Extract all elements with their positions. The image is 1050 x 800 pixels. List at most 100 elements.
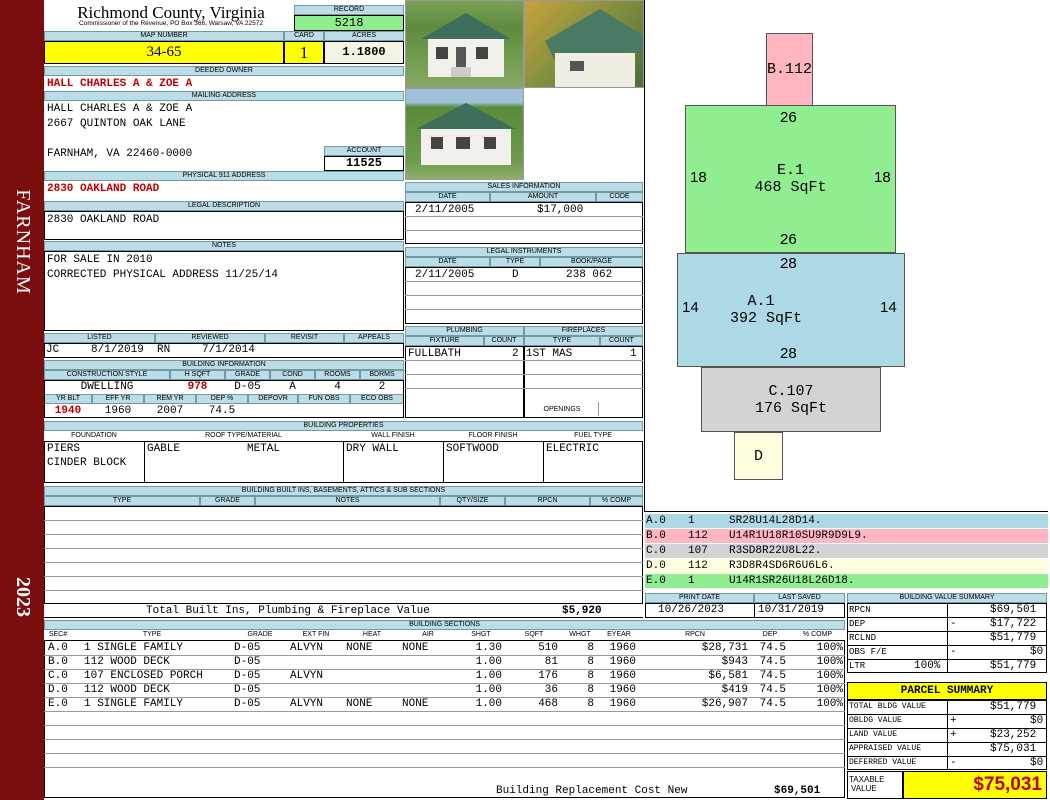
section-cell: NONE xyxy=(346,698,373,710)
building-info-label: BUILDING INFORMATION xyxy=(44,360,404,370)
building-sections-label: BUILDING SECTIONS xyxy=(44,620,845,630)
sketch-e-label: E.1 xyxy=(776,162,804,179)
section-cell xyxy=(290,655,346,669)
builtin-gridline xyxy=(44,576,643,577)
section-cell: 74.5 xyxy=(759,656,786,668)
rclnd-label: RCLND xyxy=(849,633,877,643)
section-cell: 468 xyxy=(538,698,558,710)
account-label: ACCOUNT xyxy=(324,146,404,156)
section-gridline xyxy=(44,711,845,712)
sales-col-1: AMOUNT xyxy=(490,192,596,202)
bi-col-4: ROOMS xyxy=(315,370,360,380)
listed-by: JC xyxy=(46,344,60,356)
section-col-11: DEP xyxy=(762,631,778,638)
house-photo-rear xyxy=(405,88,524,180)
sketch-a-label: A.1 xyxy=(747,293,775,310)
roof-type: GABLE xyxy=(147,443,181,455)
rpcn-label: RPCN xyxy=(849,605,871,615)
foundation-1: PIERS xyxy=(47,443,81,455)
fixture-value: FULLBATH xyxy=(408,348,461,360)
dep-sign: - xyxy=(950,618,957,630)
last-saved: 10/31/2019 xyxy=(758,604,825,616)
fireplace-type-label: TYPE xyxy=(524,336,600,346)
section-cell: ALVYN xyxy=(290,698,324,710)
section-cell xyxy=(402,655,458,669)
builtin-gridline xyxy=(44,562,643,563)
dep-label: DEP xyxy=(849,619,866,629)
dim-a-left: 14 xyxy=(682,299,699,316)
section-col-5: AIR xyxy=(422,631,434,638)
sketch-code-bg xyxy=(645,514,1048,528)
section-col-7: SQFT xyxy=(524,631,544,638)
openings-label: OPENINGS xyxy=(543,406,581,413)
obs-value: $0 xyxy=(1030,646,1044,658)
section-cell: NONE xyxy=(402,642,429,654)
builtin-col-3: QTY/SIZE xyxy=(440,496,505,506)
notes-line2: CORRECTED PHYSICAL ADDRESS 11/25/14 xyxy=(47,269,279,281)
ltr-value: $51,779 xyxy=(990,660,1037,672)
total-bldg-label: TOTAL BLDG VALUE xyxy=(849,702,926,711)
section-cell: 1.00 xyxy=(475,698,502,710)
prop-col-0: FOUNDATION xyxy=(71,432,117,439)
house-photo-side xyxy=(524,0,644,88)
builtin-col-0: TYPE xyxy=(44,496,200,506)
section-cell: 1960 xyxy=(609,656,636,668)
bldg-value-label: BUILDING VALUE SUMMARY xyxy=(847,593,1047,603)
instrument-date: 2/11/2005 xyxy=(415,269,475,281)
taxable-value: $75,031 xyxy=(903,771,1047,799)
section-cell: 100% xyxy=(816,684,843,696)
bi-col-5: BDRMS xyxy=(360,370,404,380)
sketch-code-sec: B.0 xyxy=(646,530,666,542)
record-label: RECORD xyxy=(294,5,404,15)
appraised-label: APPRAISED VALUE xyxy=(849,744,922,753)
wall-finish: DRY WALL xyxy=(346,443,399,455)
sketch-code-num: 1 xyxy=(688,515,695,527)
sketch-a-area: 392 SqFt xyxy=(729,310,802,327)
obldg-sign: + xyxy=(950,715,957,727)
last-saved-label: LAST SAVED xyxy=(754,593,845,603)
appeals-label: APPEALS xyxy=(344,333,404,343)
section-cell: 1 SINGLE FAMILY xyxy=(84,642,184,654)
record-value: 5218 xyxy=(294,15,404,31)
reviewed-label: REVIEWED xyxy=(155,333,265,343)
ltr-label: LTR xyxy=(849,661,866,671)
section-cell: ALVYN xyxy=(290,670,324,682)
section-cell: 1 SINGLE FAMILY xyxy=(84,698,184,710)
section-cell: 112 WOOD DECK xyxy=(84,656,170,668)
dep-value: $17,722 xyxy=(990,618,1037,630)
sketch-b-label: B.112 xyxy=(767,61,813,78)
dim-e-right: 18 xyxy=(874,169,891,186)
section-cell: 8 xyxy=(587,684,594,696)
bi-col-0: CONSTRUCTION STYLE xyxy=(44,370,170,380)
sketch-code-sec: D.0 xyxy=(646,560,666,572)
taxable-label-2: VALUE xyxy=(851,784,877,793)
builtin-col-1: GRADE xyxy=(200,496,255,506)
card-label: CARD xyxy=(284,31,324,41)
section-cell: $28,731 xyxy=(701,642,748,654)
builtin-gridline xyxy=(44,548,643,549)
reviewed-by: RN xyxy=(157,344,171,356)
section-cell: 112 WOOD DECK xyxy=(84,684,170,696)
section-cell: 1960 xyxy=(609,642,636,654)
li-col-0: DATE xyxy=(405,257,490,267)
physical-address: 2830 OAKLAND ROAD xyxy=(47,183,160,195)
section-cell: ALVYN xyxy=(290,642,324,654)
section-cell: $419 xyxy=(721,684,748,696)
replacement-label: Building Replacement Cost New xyxy=(496,785,688,797)
dim-a-bottom: 28 xyxy=(780,345,797,362)
notes-line1: FOR SALE IN 2010 xyxy=(47,254,153,266)
prop-col-4: FUEL TYPE xyxy=(574,432,612,439)
section-cell: 107 ENCLOSED PORCH xyxy=(84,670,203,682)
total-bldg-value: $51,779 xyxy=(990,701,1037,713)
appraised-value: $75,031 xyxy=(990,743,1037,755)
section-cell: 100% xyxy=(816,642,843,654)
land-value: $23,252 xyxy=(990,729,1037,741)
sketch-c-label: C.107 xyxy=(768,382,814,400)
print-date-label: PRINT DATE xyxy=(645,593,754,603)
section-cell: 74.5 xyxy=(759,642,786,654)
land-label: LAND VALUE xyxy=(849,730,898,739)
floor-finish: SOFTWOOD xyxy=(446,443,499,455)
section-col-8: WHGT xyxy=(569,631,591,638)
section-cell xyxy=(402,683,458,697)
fixture-label: FIXTURE xyxy=(405,336,484,346)
